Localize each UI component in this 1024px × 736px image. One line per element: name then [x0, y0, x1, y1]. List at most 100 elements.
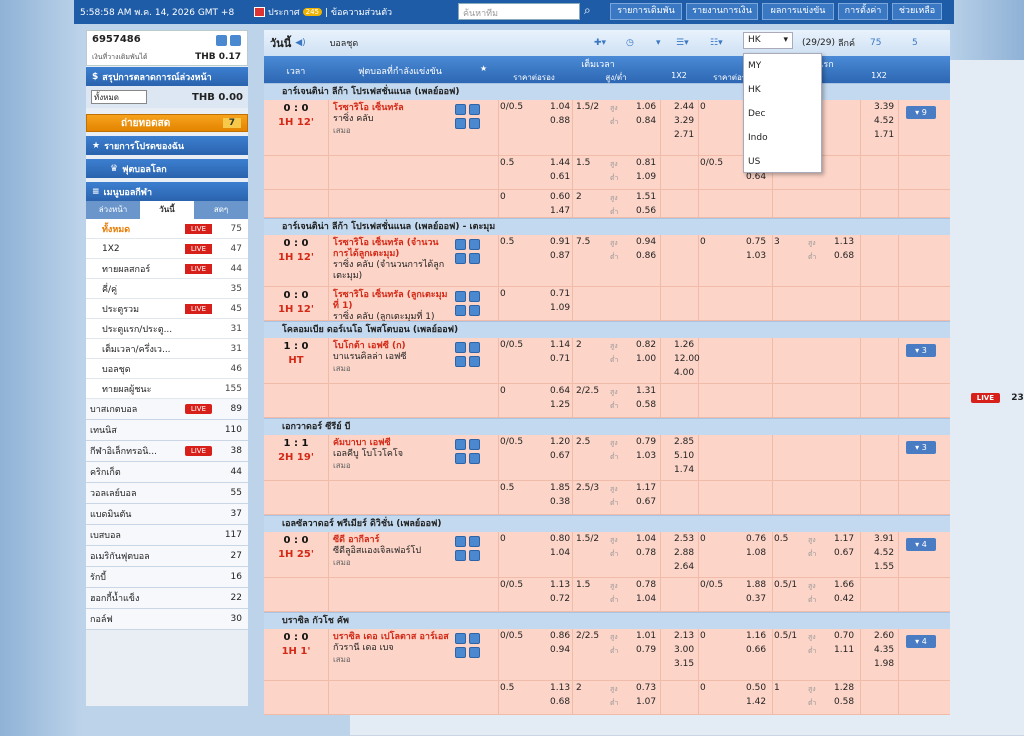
ou-line[interactable]: 1.5 [576, 158, 590, 168]
count-5[interactable]: 5 [912, 38, 918, 48]
ou-line[interactable]: 2.5 [576, 437, 590, 447]
s-icon[interactable] [469, 305, 480, 316]
away-team[interactable]: ซีดีลูอิสแองเจิลเฟอร์โป [333, 546, 453, 557]
hdp-line[interactable]: 0.5 [500, 683, 514, 693]
favorites-header[interactable]: ★ รายการโปรดของฉัน [86, 136, 248, 155]
ou-line[interactable]: 2.5/3 [576, 483, 599, 493]
ou-line[interactable]: 1.5/2 [576, 102, 599, 112]
hdp-line[interactable]: 0/0.5 [500, 102, 523, 112]
fh-x3-odds[interactable]: 1.98 [874, 659, 894, 669]
s-icon[interactable] [469, 356, 480, 367]
hdp-away-odds[interactable]: 1.04 [550, 548, 570, 558]
hdp-home-odds[interactable]: 1.85 [550, 483, 570, 493]
x2-odds[interactable]: 2.88 [674, 548, 694, 558]
fh-hdp-line[interactable]: 0 [700, 534, 706, 544]
star-icon[interactable] [469, 291, 480, 302]
hdp-line[interactable]: 0 [500, 192, 506, 202]
away-team[interactable]: เอลคีบู โบโวโคโจ [333, 449, 453, 460]
x2-odds[interactable]: 12.00 [674, 354, 700, 364]
mail-icon[interactable] [216, 35, 227, 46]
fh-over-odds[interactable]: 1.28 [834, 683, 854, 693]
search-icon[interactable]: ⌕ [584, 3, 600, 20]
more-markets-button[interactable]: ▾ 4 [906, 538, 936, 551]
over-odds[interactable]: 0.78 [636, 580, 656, 590]
fh-under-odds[interactable]: 0.67 [834, 548, 854, 558]
fh-x1-odds[interactable]: 3.39 [874, 102, 894, 112]
x3-odds[interactable]: 1.74 [674, 465, 694, 475]
x2-odds[interactable]: 3.29 [674, 116, 694, 126]
fh-hdp-line[interactable]: 0 [700, 237, 706, 247]
sport-item[interactable]: บอลชุด 46 [86, 359, 248, 379]
league-header[interactable]: อาร์เจนติน่า ลีก้า โปรเฟสชั่นแนล (เพลย์อ… [264, 218, 950, 235]
hdp-home-odds[interactable]: 0.60 [550, 192, 570, 202]
sport-item[interactable]: เทนนิส 110 [86, 420, 248, 441]
chevron-down-icon[interactable]: ▾ [656, 38, 661, 48]
over-odds[interactable]: 0.81 [636, 158, 656, 168]
over-odds[interactable]: 1.04 [636, 534, 656, 544]
x3-odds[interactable]: 4.00 [674, 368, 694, 378]
sport-item[interactable]: ฮอกกี้น้ำแข็ง 22 [86, 588, 248, 609]
hdp-line[interactable]: 0/0.5 [500, 631, 523, 641]
over-odds[interactable]: 1.01 [636, 631, 656, 641]
odds-option-my[interactable]: MY [744, 54, 821, 78]
x3-odds[interactable]: 2.71 [674, 130, 694, 140]
under-odds[interactable]: 0.79 [636, 645, 656, 655]
star-icon[interactable] [469, 104, 480, 115]
s-icon[interactable] [469, 253, 480, 264]
hdp-away-odds[interactable]: 0.38 [550, 497, 570, 507]
home-team[interactable]: คัมบาบา เอฟซี [333, 438, 453, 449]
chart-icon[interactable] [455, 356, 466, 367]
sport-item[interactable]: ทายผลผู้ชนะ 155 [86, 379, 248, 399]
under-odds[interactable]: 1.00 [636, 354, 656, 364]
hdp-away-odds[interactable]: 1.47 [550, 206, 570, 216]
hdp-line[interactable]: 0.5 [500, 237, 514, 247]
over-odds[interactable]: 0.73 [636, 683, 656, 693]
hdp-home-odds[interactable]: 0.91 [550, 237, 570, 247]
fh-x3-odds[interactable]: 1.55 [874, 562, 894, 572]
more-markets-button[interactable]: ▾ 9 [906, 106, 936, 119]
x2-odds[interactable]: 5.10 [674, 451, 694, 461]
hdp-home-odds[interactable]: 1.13 [550, 683, 570, 693]
hdp-away-odds[interactable]: 1.25 [550, 400, 570, 410]
fh-over-odds[interactable]: 0.70 [834, 631, 854, 641]
league-header[interactable]: บราซิล กัวโช คัพ [264, 612, 950, 629]
sport-item[interactable]: รักบี้ 16 [86, 567, 248, 588]
under-odds[interactable]: 1.03 [636, 451, 656, 461]
odds-option-us[interactable]: US [744, 150, 821, 174]
speaker-icon[interactable]: ◀) [295, 38, 305, 48]
over-odds[interactable]: 0.94 [636, 237, 656, 247]
hdp-home-odds[interactable]: 1.44 [550, 158, 570, 168]
s-icon[interactable] [469, 550, 480, 561]
hdp-away-odds[interactable]: 1.09 [550, 303, 570, 313]
sport-item[interactable]: เต็มเวลา/ครึ่งเว... 31 [86, 339, 248, 359]
x1-odds[interactable]: 1.26 [674, 340, 694, 350]
hdp-line[interactable]: 0/0.5 [500, 580, 523, 590]
more-markets-button[interactable]: ▾ 4 [906, 635, 936, 648]
more-markets-button[interactable]: ▾ 3 [906, 441, 936, 454]
add-icon[interactable]: ✚▾ [594, 38, 606, 48]
fh-home-odds[interactable]: 0.76 [746, 534, 766, 544]
stats-icon[interactable] [455, 104, 466, 115]
over-odds[interactable]: 0.79 [636, 437, 656, 447]
stats-icon[interactable] [455, 439, 466, 450]
league-header[interactable]: อาร์เจนติน่า ลีก้า โปรเฟสชั่นแนล (เพลย์อ… [264, 83, 950, 100]
nav-finance[interactable]: รายงานการเงิน [686, 3, 758, 20]
clock-icon[interactable]: ◷ [626, 38, 634, 48]
under-odds[interactable]: 1.09 [636, 172, 656, 182]
fh-over-odds[interactable]: 1.66 [834, 580, 854, 590]
stats-icon[interactable] [455, 291, 466, 302]
hdp-home-odds[interactable]: 0.80 [550, 534, 570, 544]
hdp-home-odds[interactable]: 1.04 [550, 102, 570, 112]
fh-home-odds[interactable]: 1.88 [746, 580, 766, 590]
fh-ou-line[interactable]: 0.5/1 [774, 580, 797, 590]
fh-away-odds[interactable]: 1.03 [746, 251, 766, 261]
odds-type-select[interactable]: HK ▾ [743, 32, 793, 49]
star-icon[interactable] [469, 536, 480, 547]
fh-x1-odds[interactable]: 3.91 [874, 534, 894, 544]
league-header[interactable]: เอกวาดอร์ ซีรีย์ บี [264, 418, 950, 435]
hdp-line[interactable]: 0/0.5 [500, 437, 523, 447]
fh-hdp-line[interactable]: 0/0.5 [700, 580, 723, 590]
sport-item[interactable]: คริกเก็ต 44 [86, 462, 248, 483]
fh-home-odds[interactable]: 0.50 [746, 683, 766, 693]
over-odds[interactable]: 1.06 [636, 102, 656, 112]
